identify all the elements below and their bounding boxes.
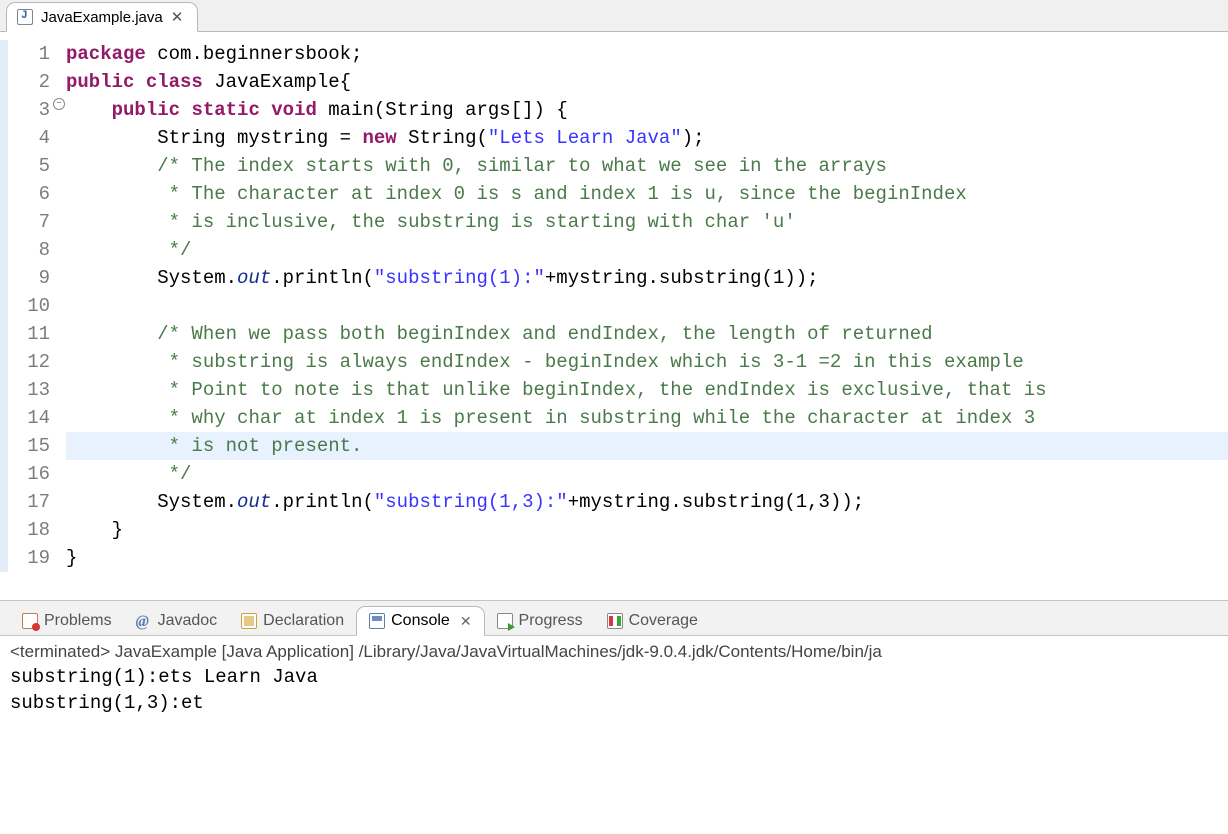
line-number: 7 [8, 208, 50, 236]
declaration-icon [241, 613, 257, 629]
line-number: 15 [8, 432, 50, 460]
tab-declaration[interactable]: Declaration [229, 607, 356, 635]
line-number: 18 [8, 516, 50, 544]
code-line[interactable]: } [66, 516, 1228, 544]
code-line[interactable]: * why char at index 1 is present in subs… [66, 404, 1228, 432]
code-line[interactable]: * is not present. [66, 432, 1228, 460]
console-icon [369, 613, 385, 629]
line-number: 5 [8, 152, 50, 180]
line-number: 16 [8, 460, 50, 488]
line-number: 8 [8, 236, 50, 264]
tab-console[interactable]: Console ✕ [356, 606, 484, 636]
progress-icon [497, 613, 513, 629]
view-tab-label: Javadoc [158, 612, 218, 630]
fold-toggle-icon[interactable]: – [53, 98, 65, 110]
line-number: 4 [8, 124, 50, 152]
coverage-icon [607, 613, 623, 629]
console-status-line: <terminated> JavaExample [Java Applicati… [0, 636, 1228, 664]
code-line[interactable]: */ [66, 236, 1228, 264]
view-tab-label: Declaration [263, 612, 344, 630]
code-line[interactable]: /* When we pass both beginIndex and endI… [66, 320, 1228, 348]
line-number: 1 [8, 40, 50, 68]
code-line[interactable]: System.out.println("substring(1):"+mystr… [66, 264, 1228, 292]
line-number-gutter: – 12345678910111213141516171819 [8, 40, 60, 572]
code-line[interactable]: public class JavaExample{ [66, 68, 1228, 96]
code-editor[interactable]: – 12345678910111213141516171819 package … [0, 32, 1228, 590]
console-output[interactable]: substring(1):ets Learn Java substring(1,… [0, 664, 1228, 726]
line-number: 2 [8, 68, 50, 96]
code-line[interactable]: */ [66, 460, 1228, 488]
javadoc-icon: @ [136, 613, 152, 629]
code-line[interactable]: String mystring = new String("Lets Learn… [66, 124, 1228, 152]
line-number: 11 [8, 320, 50, 348]
line-number: 13 [8, 376, 50, 404]
code-line[interactable]: package com.beginnersbook; [66, 40, 1228, 68]
line-number: 9 [8, 264, 50, 292]
code-line[interactable]: * is inclusive, the substring is startin… [66, 208, 1228, 236]
code-line[interactable]: public static void main(String args[]) { [66, 96, 1228, 124]
line-number: 6 [8, 180, 50, 208]
tab-coverage[interactable]: Coverage [595, 607, 710, 635]
editor-tab-label: JavaExample.java [41, 9, 163, 26]
line-number: 3 [8, 96, 50, 124]
code-line[interactable]: System.out.println("substring(1,3):"+mys… [66, 488, 1228, 516]
line-number: 12 [8, 348, 50, 376]
tab-java-example[interactable]: JavaExample.java ✕ [6, 2, 198, 32]
line-number: 14 [8, 404, 50, 432]
tab-progress[interactable]: Progress [485, 607, 595, 635]
tab-javadoc[interactable]: @ Javadoc [124, 607, 230, 635]
code-line[interactable]: /* The index starts with 0, similar to w… [66, 152, 1228, 180]
line-number: 10 [8, 292, 50, 320]
view-tab-label: Problems [44, 612, 112, 630]
view-tab-label: Progress [519, 612, 583, 630]
editor-tab-row: JavaExample.java ✕ [0, 0, 1228, 32]
annotation-ruler [0, 40, 8, 572]
problems-icon [22, 613, 38, 629]
code-line[interactable] [66, 292, 1228, 320]
line-number: 17 [8, 488, 50, 516]
code-line[interactable]: * The character at index 0 is s and inde… [66, 180, 1228, 208]
java-file-icon [17, 9, 33, 25]
code-line[interactable]: * Point to note is that unlike beginInde… [66, 376, 1228, 404]
code-line[interactable]: * substring is always endIndex - beginIn… [66, 348, 1228, 376]
view-tab-label: Console [391, 612, 450, 630]
tab-problems[interactable]: Problems [10, 607, 124, 635]
line-number: 19 [8, 544, 50, 572]
close-icon[interactable]: ✕ [460, 613, 472, 630]
code-body[interactable]: package com.beginnersbook;public class J… [60, 40, 1228, 572]
code-line[interactable]: } [66, 544, 1228, 572]
view-tab-label: Coverage [629, 612, 698, 630]
views-tab-row: Problems @ Javadoc Declaration Console ✕ Progr… [0, 600, 1228, 636]
close-icon[interactable]: ✕ [171, 8, 184, 26]
